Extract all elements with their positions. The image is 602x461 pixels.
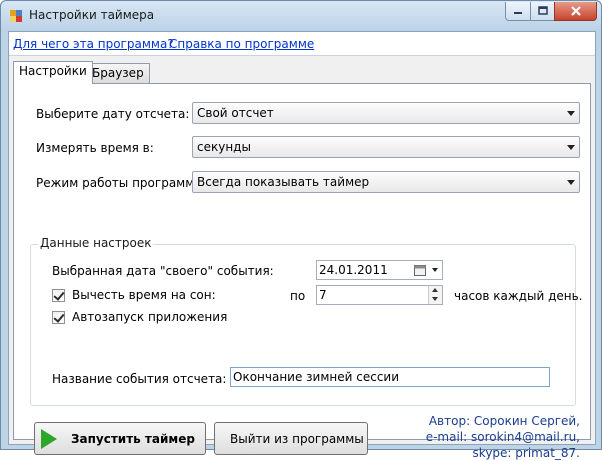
chevron-down-icon [432, 268, 438, 272]
autostart-label: Автозапуск приложения [72, 310, 228, 324]
client-area: Для чего эта программа? Справка по прогр… [8, 31, 596, 460]
close-icon [570, 6, 581, 16]
event-date-picker[interactable]: 24.01.2011 [316, 260, 443, 280]
close-button[interactable] [554, 2, 597, 21]
app-window: Настройки таймера Для чего эта программа… [0, 0, 602, 460]
mode-value: Всегда показывать таймер [197, 175, 370, 189]
event-date-value: 24.01.2011 [319, 263, 388, 277]
title-bar[interactable]: Настройки таймера [1, 1, 601, 31]
tab-label: Браузер [92, 66, 144, 80]
minimize-button[interactable] [505, 2, 531, 21]
measure-select[interactable]: секунды [192, 136, 580, 158]
spin-down-icon[interactable] [429, 295, 442, 304]
author-email: e-mail: sorokin4@mail.ru, [425, 430, 580, 444]
tab-label: Настройки [19, 64, 87, 78]
report-date-label: Выберите дату отсчета: [36, 107, 190, 121]
sleep-label: Вычесть время на сон: [72, 288, 216, 302]
event-name-label: Название события отсчета: [52, 372, 227, 386]
spin-up-icon[interactable] [429, 286, 442, 295]
exit-label: Выйти из программы [230, 432, 364, 446]
chevron-down-icon [567, 145, 575, 150]
event-name-value: Окончание зимней сессии [233, 370, 400, 384]
report-date-select[interactable]: Свой отсчет [192, 102, 580, 124]
help-link[interactable]: Справка по программе [169, 37, 314, 51]
start-timer-label: Запустить таймер [71, 432, 195, 446]
play-icon [41, 429, 57, 449]
app-icon [10, 10, 22, 22]
links-bar: Для чего эта программа? Справка по прогр… [9, 32, 595, 56]
start-timer-button[interactable]: Запустить таймер [34, 422, 206, 455]
exit-button[interactable]: Выйти из программы [214, 422, 368, 455]
maximize-icon [537, 6, 548, 15]
calendar-icon [414, 265, 426, 276]
group-title: Данные настроек [38, 236, 154, 250]
measure-value: секунды [197, 140, 251, 154]
tab-browser[interactable]: Браузер [86, 63, 150, 83]
sleep-suffix: часов каждый день. [454, 289, 583, 303]
about-link[interactable]: Для чего эта программа? [13, 37, 174, 51]
mode-select[interactable]: Всегда показывать таймер [192, 171, 580, 193]
window-title: Настройки таймера [29, 8, 155, 22]
event-date-label: Выбранная дата "своего" события: [52, 264, 274, 278]
author-skype: skype: primat_87. [472, 446, 580, 460]
minimize-icon [514, 12, 522, 14]
sleep-hours-stepper[interactable]: 7 [316, 285, 443, 305]
sleep-hours-value: 7 [319, 288, 327, 302]
measure-label: Измерять время в: [36, 141, 154, 155]
author-name: Автор: Сорокин Сергей, [428, 414, 580, 428]
settings-panel: Выберите дату отсчета: Свой отсчет Измер… [13, 83, 591, 460]
report-date-value: Свой отсчет [197, 106, 274, 120]
maximize-button[interactable] [530, 2, 555, 21]
chevron-down-icon [567, 180, 575, 185]
autostart-checkbox[interactable] [52, 311, 65, 324]
sleep-prefix: по [290, 289, 306, 303]
author-info: Автор: Сорокин Сергей, e-mail: sorokin4@… [426, 413, 580, 461]
chevron-down-icon [567, 111, 575, 116]
tab-settings[interactable]: Настройки [13, 61, 93, 84]
event-name-input[interactable]: Окончание зимней сессии [230, 367, 550, 387]
sleep-checkbox[interactable] [52, 289, 65, 302]
spinner[interactable] [428, 286, 442, 304]
mode-label: Режим работы программы: [36, 176, 208, 190]
